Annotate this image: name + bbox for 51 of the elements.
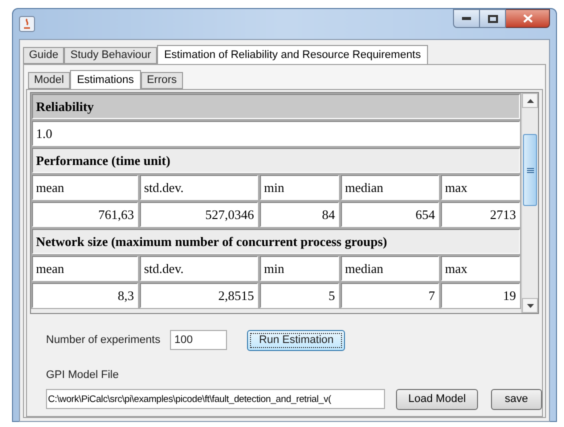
model-file-field[interactable]: C:\work\PiCalc\src\pi\examples\picode\ft\fault_detection_and_retrial_v( bbox=[46, 389, 386, 409]
app-icon bbox=[19, 16, 35, 32]
model-file-label: GPI Model File bbox=[46, 369, 119, 381]
table-cell: 84 bbox=[260, 202, 339, 227]
table-cell: 2,8515 bbox=[140, 283, 258, 308]
column-header: std.dev. bbox=[140, 256, 258, 281]
experiments-label: Number of experiments bbox=[46, 332, 160, 348]
table-cell: 654 bbox=[341, 202, 439, 227]
tab[interactable]: Estimations bbox=[70, 70, 141, 90]
column-header: std.dev. bbox=[140, 175, 258, 200]
grip-icon bbox=[526, 168, 534, 172]
column-header: min bbox=[260, 175, 339, 200]
section-heading: Network size (maximum number of concurrent process groups) bbox=[32, 229, 520, 254]
section-heading: Performance (time unit) bbox=[32, 148, 520, 173]
tab[interactable]: Guide bbox=[23, 47, 64, 64]
scroll-thumb[interactable] bbox=[523, 134, 537, 206]
tab[interactable]: Model bbox=[28, 72, 70, 89]
minimize-button[interactable] bbox=[453, 9, 480, 28]
experiments-field[interactable]: 100 bbox=[170, 330, 228, 350]
maximize-icon bbox=[488, 14, 498, 22]
tab[interactable]: Errors bbox=[140, 72, 183, 89]
column-header: median bbox=[341, 175, 439, 200]
table-cell: 5 bbox=[260, 283, 339, 308]
minimize-icon bbox=[462, 17, 471, 20]
scroll-up-button[interactable] bbox=[522, 93, 538, 108]
table-cell: 2713 bbox=[441, 202, 520, 227]
column-header: max bbox=[441, 175, 520, 200]
column-header: max bbox=[441, 256, 520, 281]
table-cell: 19 bbox=[441, 283, 520, 308]
maximize-button[interactable] bbox=[480, 9, 506, 28]
close-icon bbox=[522, 14, 532, 23]
tab[interactable]: Study Behaviour bbox=[64, 47, 158, 64]
up-arrow-icon bbox=[526, 98, 534, 102]
tab[interactable]: Estimation of Reliability and Resource Requirements bbox=[157, 45, 428, 65]
scroll-down-button[interactable] bbox=[522, 298, 538, 313]
table-cell: 527,0346 bbox=[140, 202, 258, 227]
load-model-button[interactable]: Load Model bbox=[396, 388, 478, 410]
scrollbar[interactable] bbox=[521, 93, 538, 313]
close-button[interactable] bbox=[506, 9, 550, 28]
save-button[interactable]: save bbox=[490, 388, 542, 410]
table-cell: 8,3 bbox=[32, 283, 138, 308]
column-header: mean bbox=[32, 256, 138, 281]
section-heading: Reliability bbox=[32, 94, 520, 119]
column-header: mean bbox=[32, 175, 138, 200]
table-cell: 1.0 bbox=[32, 121, 520, 146]
run-estimation-button[interactable]: Run Estimation bbox=[247, 330, 346, 350]
table-cell: 7 bbox=[341, 283, 439, 308]
column-header: median bbox=[341, 256, 439, 281]
column-header: min bbox=[260, 256, 339, 281]
table-cell: 761,63 bbox=[32, 202, 138, 227]
down-arrow-icon bbox=[526, 304, 534, 308]
